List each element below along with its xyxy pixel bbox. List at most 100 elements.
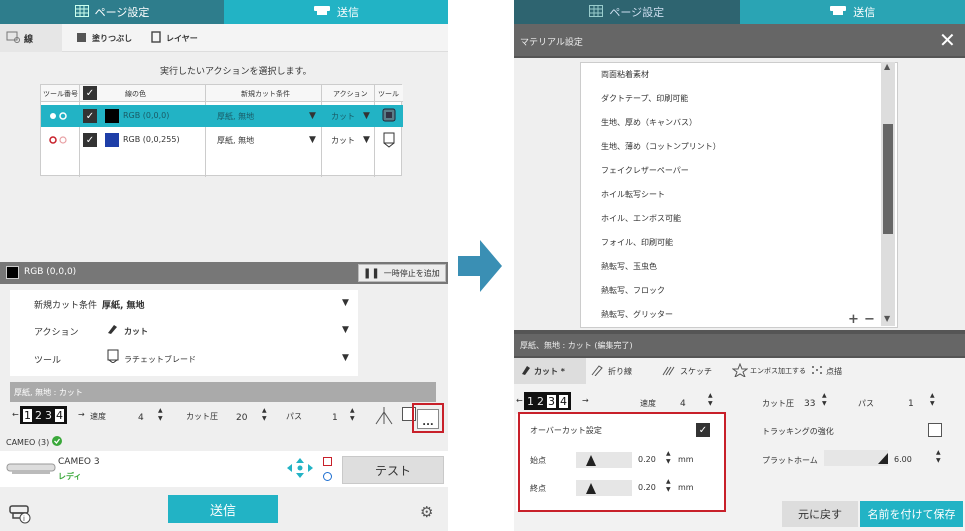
subtab-layer[interactable]: レイヤー [150,24,198,52]
revert-button[interactable]: 元に戻す [782,501,858,527]
row-checkbox[interactable]: ✓ [83,109,97,123]
platform-stepper[interactable]: ▲ ▼ [936,449,941,465]
chevron-down-icon[interactable]: ▼ [309,135,316,145]
arrow-right-icon[interactable]: → [582,396,589,405]
material-list[interactable]: 両面粘着素材 ダクトテープ、印刷可能 生地、厚め（キャンバス） 生地、薄め（コットンプ… [580,62,898,328]
speed-stepper[interactable]: ▲ ▼ [708,392,713,408]
add-material-button[interactable]: + [848,312,859,327]
tool-select[interactable]: ラチェットブレード [124,354,196,365]
row-condition[interactable]: 厚紙, 無地 [217,135,254,146]
force-stepper[interactable]: ▲ ▼ [262,407,267,423]
material-list-item[interactable]: 生地、厚め（キャンバス） [581,111,897,135]
scroll-down-icon[interactable]: ▼ [884,314,890,323]
material-list-item[interactable]: 両面粘着素材 [581,63,897,87]
tool-number-2[interactable]: 2 [537,395,544,408]
chevron-down-icon[interactable]: ▼ [342,353,349,363]
tool-number-2[interactable]: 2 [35,409,42,422]
tab-page-setup[interactable]: ページ設定 [0,0,224,24]
tab-page-setup[interactable]: ページ設定 [514,0,740,24]
arrow-right-icon[interactable]: → [78,410,85,419]
force-value[interactable]: 20 [236,413,247,423]
arrow-left-icon[interactable]: ← [12,410,19,419]
tool-number-4[interactable]: 4 [559,394,568,408]
chevron-down-icon[interactable]: ▼ [309,111,316,121]
force-value[interactable]: 33 [804,399,815,409]
mode-tab-sketch[interactable]: スケッチ [662,358,712,384]
scrollbar[interactable]: ▲ ▼ [881,62,895,326]
remove-material-button[interactable]: − [864,312,875,327]
svg-text:i: i [23,515,25,523]
tool-number-1[interactable]: 1 [527,395,534,408]
table-row[interactable]: ✓ RGB (0,0,255) 厚紙, 無地 ▼ カット ▼ [41,129,403,151]
mode-tab-fold[interactable]: 折り線 [590,358,632,384]
send-button[interactable]: 送信 [168,495,278,523]
tab-send[interactable]: 送信 [739,0,965,24]
material-list-item[interactable]: フォイル、印刷可能 [581,231,897,255]
chevron-down-icon[interactable]: ▼ [363,135,370,145]
speed-value[interactable]: 4 [138,413,144,423]
header-new-cut-condition: 新規カット条件 [241,90,290,98]
device-row[interactable]: CAMEO 3 レディ テスト [0,451,448,487]
subtab-fill[interactable]: 塗りつぶし [76,24,132,52]
material-list-item[interactable]: ダクトテープ、印刷可能 [581,87,897,111]
blade-tool-icon[interactable] [381,131,397,152]
tracking-checkbox[interactable] [928,423,942,437]
new-cut-select[interactable]: 厚紙, 無地 [102,298,145,311]
arrow-left-icon[interactable]: ← [516,396,523,405]
material-list-item[interactable]: ホイル、エンボス可能 [581,207,897,231]
speed-value[interactable]: 4 [680,399,686,409]
device-group-label: CAMEO (3) [6,437,50,447]
pass-stepper[interactable]: ▲ ▼ [930,392,935,408]
platform-value[interactable]: 6.00 [894,455,912,464]
mode-tab-emboss[interactable]: エンボス加工する [731,358,806,384]
row-checkbox[interactable]: ✓ [83,133,97,147]
pass-value[interactable]: 1 [332,413,338,423]
mode-tab-cut[interactable]: カット * [514,358,586,384]
subtab-line[interactable]: 線 [0,24,62,52]
pass-label: パス [286,412,302,421]
move-arrows-icon[interactable] [285,457,315,482]
material-list-item[interactable]: 生地、薄め（コットンプリント） [581,135,897,159]
mode-tab-sketch-label: スケッチ [680,366,712,376]
send-device-icon[interactable]: i [8,502,34,527]
close-icon[interactable]: ✕ [939,30,956,50]
pass-stepper[interactable]: ▲ ▼ [350,407,355,423]
material-list-item[interactable]: フェイクレザーペーパー [581,159,897,183]
chevron-down-icon[interactable]: ▼ [342,298,349,308]
chevron-down-icon[interactable]: ▼ [363,111,370,121]
chevron-down-icon[interactable]: ▼ [342,325,349,335]
force-stepper[interactable]: ▲ ▼ [822,392,827,408]
save-as-button[interactable]: 名前を付けて保存 [860,501,963,527]
tool-number-selector[interactable]: 1 2 3 4 [524,392,571,410]
tab-send[interactable]: 送信 [224,0,448,24]
row-color-label: RGB (0,0,255) [123,135,180,144]
gear-icon[interactable]: ⚙ [420,503,433,521]
more-settings-button[interactable]: ... [417,409,439,429]
row-action[interactable]: カット [331,111,355,122]
tool-number-1[interactable]: 1 [23,408,32,422]
tool-number-4[interactable]: 4 [55,408,64,422]
action-select[interactable]: カット [124,326,148,337]
material-list-item[interactable]: ホイル転写シート [581,183,897,207]
select-all-checkbox[interactable]: ✓ [83,86,97,100]
blade-tool-icon[interactable] [381,107,397,128]
material-list-item[interactable]: 熱転写、玉虫色 [581,255,897,279]
row-action[interactable]: カット [331,135,355,146]
add-pause-button[interactable]: ❚❚ 一時停止を追加 [358,264,446,282]
material-list-item[interactable]: 熱転写 [581,327,897,328]
row-condition[interactable]: 厚紙, 無地 [217,111,254,122]
pass-value[interactable]: 1 [908,399,914,409]
platform-label: プラットホーム [762,456,818,465]
table-row[interactable]: ✓ RGB (0,0,0) 厚紙, 無地 ▼ カット ▼ [41,105,403,127]
platform-slider[interactable] [824,450,888,466]
material-list-item[interactable]: 熱転写、フロック [581,279,897,303]
tool-number-selector[interactable]: 1 2 3 4 [20,406,67,424]
tool-number-3[interactable]: 3 [45,409,52,422]
dialog-title: マテリアル設定 [520,38,583,48]
tool-number-3[interactable]: 3 [547,394,556,408]
speed-stepper[interactable]: ▲ ▼ [158,407,163,423]
test-button[interactable]: テスト [342,456,444,484]
scrollbar-thumb[interactable] [883,124,893,234]
scroll-up-icon[interactable]: ▲ [884,62,890,71]
mode-tab-stipple[interactable]: 点描 [810,358,842,384]
